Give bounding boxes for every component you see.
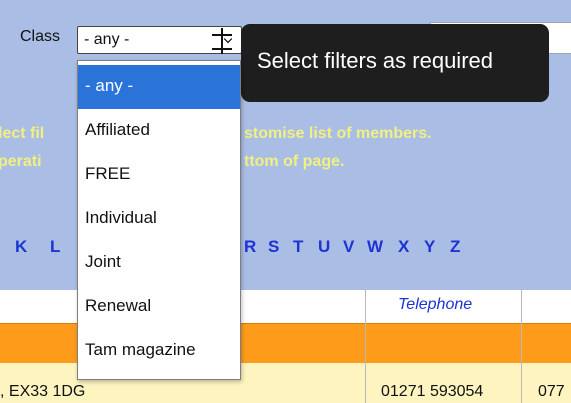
class-dropdown-list: - any - Affiliated FREE Individual Joint… (77, 60, 241, 380)
alphabet-link-w[interactable]: W (367, 237, 383, 257)
class-select-value: - any - (84, 31, 130, 48)
alphabet-link-l[interactable]: L (50, 237, 60, 257)
instructions-line2-left: perati (0, 153, 42, 170)
column-divider (365, 290, 366, 403)
dropdown-option-joint[interactable]: Joint (78, 241, 240, 285)
dropdown-option-any[interactable]: - any - (78, 65, 240, 109)
tooltip: Select filters as required (241, 24, 549, 102)
telephone-cell: 01271 593054 (381, 383, 484, 400)
instructions-line1-left: lect fil (0, 125, 45, 142)
dropdown-option-individual[interactable]: Individual (78, 197, 240, 241)
instructions-line1-right: stomise list of members. (244, 125, 432, 142)
class-label: Class (20, 28, 61, 45)
alphabet-link-t[interactable]: T (293, 237, 303, 257)
alphabet-link-y[interactable]: Y (424, 237, 435, 257)
alphabet-link-u[interactable]: U (318, 237, 330, 257)
instructions-right: stomise list of members. ttom of page. (244, 120, 432, 176)
alphabet-link-s[interactable]: S (268, 237, 279, 257)
dropdown-option-tam-magazine[interactable]: Tam magazine (78, 329, 240, 373)
alphabet-link-z[interactable]: Z (450, 237, 460, 257)
extra-phone-cell: 077 (538, 383, 565, 400)
alphabet-link-k[interactable]: K (15, 237, 27, 257)
cursor-icon (212, 28, 232, 54)
alphabet-link-r[interactable]: R (244, 237, 256, 257)
instructions-line2-right: ttom of page. (244, 153, 345, 170)
alphabet-link-x[interactable]: X (398, 237, 409, 257)
dropdown-option-affiliated[interactable]: Affiliated (78, 109, 240, 153)
address-cell: , EX33 1DG (0, 383, 86, 400)
dropdown-option-free[interactable]: FREE (78, 153, 240, 197)
column-divider (521, 290, 522, 403)
dropdown-option-renewal[interactable]: Renewal (78, 285, 240, 329)
instructions-left: lect fil perati (0, 120, 44, 176)
telephone-column-header[interactable]: Telephone (398, 296, 472, 314)
alphabet-link-v[interactable]: V (343, 237, 354, 257)
